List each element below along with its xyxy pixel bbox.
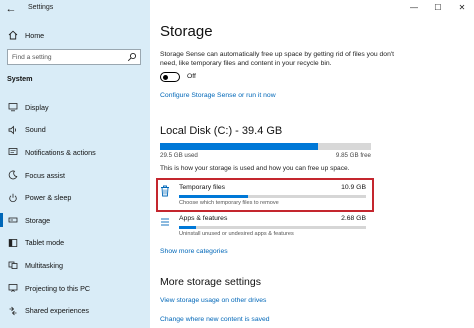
sidebar-item-label: Projecting to this PC <box>25 283 91 293</box>
storage-sense-toggle[interactable] <box>160 72 180 82</box>
view-storage-usage-link[interactable]: View storage usage on other drives <box>160 297 266 304</box>
section-heading-system: System <box>7 74 33 83</box>
nav-home[interactable]: Home <box>0 26 150 44</box>
toggle-knob <box>163 74 168 80</box>
sidebar-item-label: Power & sleep <box>25 193 72 203</box>
category-subtitle: Choose which temporary files to remove <box>179 200 279 206</box>
category-usage-bar-fill <box>179 226 196 229</box>
sidebar-item-storage[interactable]: Storage <box>0 209 150 232</box>
sidebar-item-tablet-mode[interactable]: Tablet mode <box>0 232 150 255</box>
focus-assist-icon <box>7 169 19 181</box>
home-icon <box>7 29 19 41</box>
sound-icon <box>7 124 19 136</box>
sidebar-item-label: Display <box>25 102 49 112</box>
category-name: Temporary files <box>179 184 226 191</box>
minimize-button[interactable]: — <box>402 0 426 16</box>
sidebar: ← Settings Home System Display <box>0 0 150 328</box>
window-title: Settings <box>28 4 54 11</box>
window-controls: — ☐ ✕ <box>402 0 474 16</box>
multitasking-icon <box>7 259 19 271</box>
title-bar: ← Settings <box>0 0 150 18</box>
sidebar-item-label: Storage <box>25 215 51 225</box>
category-subtitle: Uninstall unused or undesired apps & fea… <box>179 231 294 237</box>
search-box[interactable] <box>7 49 141 65</box>
display-icon <box>7 101 19 113</box>
category-usage-bar-fill <box>179 195 249 198</box>
maximize-button[interactable]: ☐ <box>426 0 450 16</box>
back-button[interactable]: ← <box>4 2 18 16</box>
search-icon[interactable] <box>127 52 137 62</box>
sidebar-item-projecting[interactable]: Projecting to this PC <box>0 277 150 300</box>
change-new-content-location-link[interactable]: Change where new content is saved <box>160 316 270 323</box>
toggle-state-label: Off <box>187 73 196 80</box>
sidebar-item-focus-assist[interactable]: Focus assist <box>0 164 150 187</box>
tablet-mode-icon <box>7 237 19 249</box>
notifications-icon <box>7 146 19 158</box>
apps-icon <box>161 218 169 226</box>
category-size: 10.9 GB <box>341 184 366 191</box>
power-icon <box>7 192 19 204</box>
sidebar-item-sound[interactable]: Sound <box>0 119 150 142</box>
sidebar-item-power-sleep[interactable]: Power & sleep <box>0 186 150 209</box>
trash-icon <box>161 185 169 197</box>
sidebar-item-label: Tablet mode <box>25 238 65 248</box>
projecting-icon <box>7 282 19 294</box>
show-more-categories-link[interactable]: Show more categories <box>160 248 228 255</box>
sidebar-item-notifications[interactable]: Notifications & actions <box>0 141 150 164</box>
shared-experiences-icon <box>7 305 19 317</box>
storage-icon <box>7 214 19 226</box>
disk-usage-bar-fill <box>160 143 319 150</box>
disk-title: Local Disk (C:) - 39.4 GB <box>160 125 283 137</box>
category-name: Apps & features <box>179 215 228 222</box>
page-title: Storage <box>160 23 213 40</box>
category-temporary-files[interactable]: Temporary files 10.9 GB Choose which tem… <box>160 182 366 210</box>
nav-home-label: Home <box>25 30 45 40</box>
category-usage-bar <box>179 195 366 198</box>
sidebar-item-label: Sound <box>25 125 46 135</box>
search-input[interactable] <box>8 50 130 64</box>
category-usage-bar <box>179 226 366 229</box>
storage-sense-description: Storage Sense can automatically free up … <box>160 51 395 67</box>
category-apps-features[interactable]: Apps & features 2.68 GB Uninstall unused… <box>160 213 366 241</box>
sidebar-item-display[interactable]: Display <box>0 96 150 119</box>
main-content: — ☐ ✕ Storage Storage Sense can automati… <box>150 0 474 328</box>
disk-free-label: 9.85 GB free <box>335 152 371 159</box>
disk-used-label: 29.5 GB used <box>160 152 198 159</box>
storage-caption: This is how your storage is used and how… <box>160 165 350 172</box>
configure-storage-sense-link[interactable]: Configure Storage Sense or run it now <box>160 92 276 99</box>
settings-window: ← Settings Home System Display <box>0 0 474 328</box>
more-storage-settings-heading: More storage settings <box>160 276 261 288</box>
sidebar-item-label: Shared experiences <box>25 306 89 316</box>
sidebar-item-label: Notifications & actions <box>25 147 96 157</box>
sidebar-item-multitasking[interactable]: Multitasking <box>0 254 150 277</box>
disk-usage-bar <box>160 143 371 150</box>
sidebar-item-shared-experiences[interactable]: Shared experiences <box>0 299 150 322</box>
category-size: 2.68 GB <box>341 215 366 222</box>
nav-list: Display Sound Notifications & actions Fo… <box>0 96 150 322</box>
sidebar-item-label: Focus assist <box>25 170 65 180</box>
sidebar-item-label: Multitasking <box>25 260 63 270</box>
close-button[interactable]: ✕ <box>450 0 474 16</box>
